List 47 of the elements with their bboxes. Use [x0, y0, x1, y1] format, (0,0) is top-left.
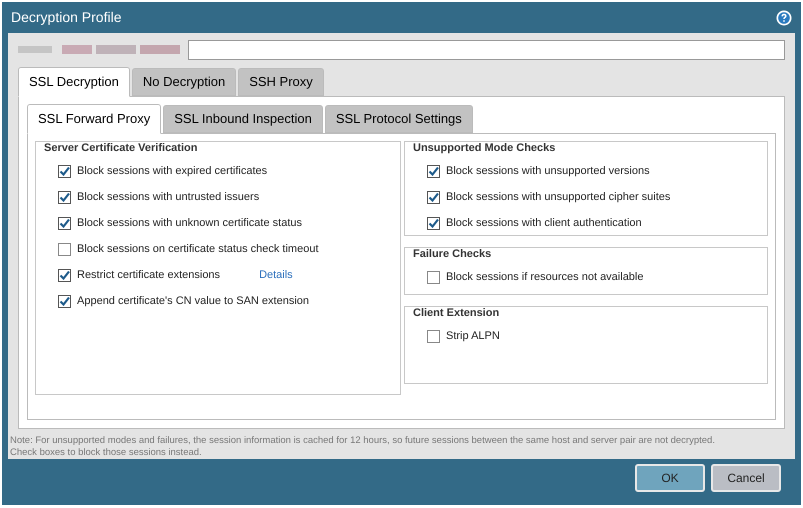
- option-label: Strip ALPN: [446, 328, 500, 344]
- checkbox[interactable]: [58, 268, 71, 282]
- window-title: Decryption Profile: [11, 8, 122, 27]
- option-label: Append certificate's CN value to SAN extension: [77, 294, 309, 309]
- checkbox[interactable]: [427, 190, 440, 204]
- tab[interactable]: SSH Proxy: [238, 68, 324, 96]
- option-label: Restrict certificate extensions: [77, 268, 220, 283]
- checkbox[interactable]: [58, 242, 71, 256]
- option-label: Block sessions with unknown certificate status: [77, 216, 302, 231]
- checkmark-icon: [59, 192, 70, 202]
- checkmark-icon: [428, 218, 439, 228]
- option-label: Block sessions if resources not available: [446, 270, 644, 285]
- checkbox[interactable]: [427, 270, 440, 284]
- group-title: Client Extension: [412, 306, 500, 321]
- checkmark-icon: [59, 166, 70, 176]
- help-icon[interactable]: [776, 10, 792, 26]
- checkmark-icon: [428, 166, 439, 176]
- checkbox[interactable]: [58, 294, 71, 308]
- checkbox[interactable]: [427, 330, 440, 342]
- group-title: Server Certificate Verification: [43, 141, 198, 156]
- details-link[interactable]: Details: [259, 266, 293, 284]
- checkbox[interactable]: [58, 190, 71, 204]
- option-label: Block sessions with expired certificates: [77, 164, 268, 179]
- tab[interactable]: SSL Decryption: [18, 67, 130, 97]
- checkmark-icon: [428, 192, 439, 202]
- checkmark-icon: [59, 270, 70, 280]
- cancel-button[interactable]: Cancel: [711, 464, 781, 492]
- note-text: Note: For unsupported modes and failures, the session information is cached for 12 hours, so future sessions between the same host and server pair are not decrypted. Check boxes to block those sessions instead.: [10, 435, 716, 459]
- option-label: Block sessions with client authentication: [446, 216, 642, 231]
- group-title: Failure Checks: [412, 247, 492, 262]
- tab[interactable]: SSL Inbound Inspection: [163, 105, 323, 133]
- checkbox[interactable]: [58, 216, 71, 230]
- checkbox[interactable]: [427, 164, 440, 178]
- name-field[interactable]: [188, 40, 785, 60]
- option-label: Block sessions on certificate status check timeout: [77, 242, 318, 257]
- tab[interactable]: SSL Forward Proxy: [27, 104, 162, 134]
- checkbox[interactable]: [58, 164, 71, 178]
- option-label: Block sessions with unsupported versions: [446, 164, 650, 179]
- checkmark-icon: [59, 296, 70, 306]
- checkmark-icon: [59, 218, 70, 228]
- option-label: Block sessions with untrusted issuers: [77, 190, 260, 205]
- checkbox[interactable]: [427, 216, 440, 230]
- tab[interactable]: No Decryption: [132, 68, 236, 96]
- option-label: Block sessions with unsupported cipher suites: [446, 190, 670, 205]
- ok-button[interactable]: OK: [635, 464, 705, 492]
- tab[interactable]: SSL Protocol Settings: [324, 105, 473, 133]
- group-title: Unsupported Mode Checks: [412, 141, 556, 156]
